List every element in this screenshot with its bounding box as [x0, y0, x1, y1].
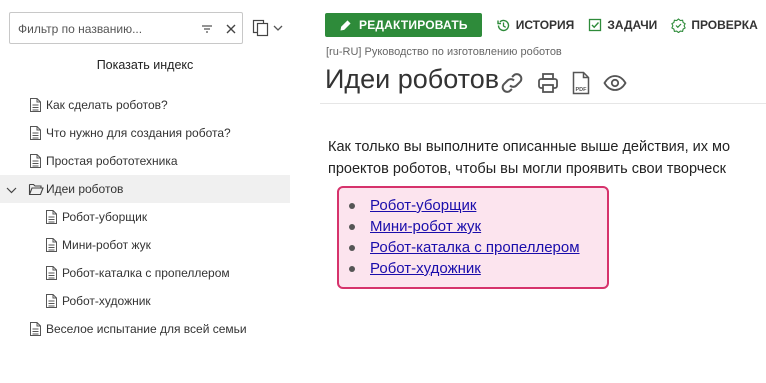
pdf-icon[interactable]: PDF [571, 71, 591, 95]
check-button[interactable]: ПРОВЕРКА [671, 17, 758, 33]
eye-icon[interactable] [603, 74, 627, 92]
tree-item-label: Что нужно для создания робота? [46, 126, 231, 140]
link-icon[interactable] [499, 72, 525, 94]
tree-item[interactable]: Мини-робот жук [0, 231, 290, 259]
tree-item[interactable]: Как сделать роботов? [0, 91, 290, 119]
pencil-icon [340, 19, 351, 30]
robot-link[interactable]: Робот-каталка с пропеллером [370, 237, 580, 258]
document-icon [45, 237, 58, 253]
tree: Как сделать роботов? Что нужно для созда… [0, 91, 290, 343]
robot-links-box: Робот-уборщик Мини-робот жук Робот-катал… [337, 186, 609, 289]
intro-line-1: Как только вы выполните описанные выше д… [328, 139, 731, 155]
history-icon [496, 19, 509, 31]
list-item: Робот-уборщик [349, 195, 580, 216]
check-label: ПРОВЕРКА [691, 18, 758, 32]
svg-text:PDF: PDF [576, 87, 588, 93]
copy-icon [252, 19, 269, 37]
page-title: Идеи роботов [325, 64, 500, 94]
tree-item-label: Идеи роботов [46, 182, 124, 196]
document-icon [29, 125, 42, 141]
list-item: Робот-художник [349, 258, 580, 279]
document-icon [29, 321, 42, 337]
bullet [349, 244, 355, 251]
edit-button-label: РЕДАКТИРОВАТЬ [359, 18, 468, 32]
robot-link[interactable]: Робот-художник [370, 258, 481, 279]
robot-link[interactable]: Мини-робот жук [370, 216, 481, 237]
history-label: ИСТОРИЯ [515, 18, 575, 32]
bullet [349, 223, 355, 230]
robot-links-list: Робот-уборщик Мини-робот жук Робот-катал… [349, 195, 580, 279]
tree-item[interactable]: Веселое испытание для всей семьи [0, 315, 290, 343]
folder-open-icon [28, 181, 44, 197]
tree-item-label: Робот-художник [62, 294, 151, 308]
filter-box [9, 12, 243, 44]
document-icon [45, 265, 58, 281]
document-icon [29, 153, 42, 169]
filter-input[interactable] [18, 19, 188, 39]
tree-item[interactable]: Робот-уборщик [0, 203, 290, 231]
bullet [349, 202, 355, 209]
tree-item-label: Веселое испытание для всей семьи [46, 322, 247, 336]
edit-button[interactable]: РЕДАКТИРОВАТЬ [325, 13, 482, 37]
tree-item-label: Как сделать роботов? [46, 98, 168, 112]
tasks-button[interactable]: ЗАДАЧИ [588, 18, 657, 32]
tasks-label: ЗАДАЧИ [607, 18, 658, 32]
divider [320, 103, 766, 104]
tree-item[interactable]: Робот-каталка с пропеллером [0, 259, 290, 287]
robot-link[interactable]: Робот-уборщик [370, 195, 476, 216]
tree-item-selected[interactable]: Идеи роботов [0, 175, 290, 203]
copy-menu-button[interactable] [252, 18, 286, 38]
tree-item-label: Простая робототехника [46, 154, 178, 168]
close-icon[interactable] [224, 22, 238, 36]
document-icon [45, 293, 58, 309]
review-icon [671, 17, 687, 33]
history-button[interactable]: ИСТОРИЯ [496, 18, 575, 33]
document-icon [29, 97, 42, 113]
list-item: Мини-робот жук [349, 216, 580, 237]
tree-item[interactable]: Робот-художник [0, 287, 290, 315]
document-icon [45, 209, 58, 225]
tree-item[interactable]: Что нужно для создания робота? [0, 119, 290, 147]
list-item: Робот-каталка с пропеллером [349, 237, 580, 258]
tree-item[interactable]: Простая робототехника [0, 147, 290, 175]
tree-item-label: Робот-каталка с пропеллером [62, 266, 230, 280]
intro-paragraph: Как только вы выполните описанные выше д… [328, 136, 730, 180]
breadcrumb[interactable]: [ru-RU] Руководство по изготовлению робо… [326, 46, 562, 58]
print-icon[interactable] [537, 72, 559, 94]
checkbox-icon [589, 18, 602, 32]
toolbar: РЕДАКТИРОВАТЬ ИСТОРИЯ ЗАДАЧИ ПРОВЕРКА [325, 13, 758, 37]
main-content: РЕДАКТИРОВАТЬ ИСТОРИЯ ЗАДАЧИ ПРОВЕРКА [r… [320, 0, 766, 383]
tree-item-label: Робот-уборщик [62, 210, 148, 224]
tree-item-label: Мини-робот жук [62, 238, 151, 252]
bullet [349, 265, 355, 272]
filter-icon[interactable] [200, 22, 214, 36]
sidebar: Показать индекс Как сделать роботов? Что… [0, 0, 290, 383]
intro-line-2: проектов роботов, чтобы вы могли проявит… [328, 161, 726, 177]
show-index-link[interactable]: Показать индекс [0, 58, 290, 72]
chevron-down-icon[interactable] [6, 184, 17, 194]
title-actions: PDF [499, 70, 639, 96]
